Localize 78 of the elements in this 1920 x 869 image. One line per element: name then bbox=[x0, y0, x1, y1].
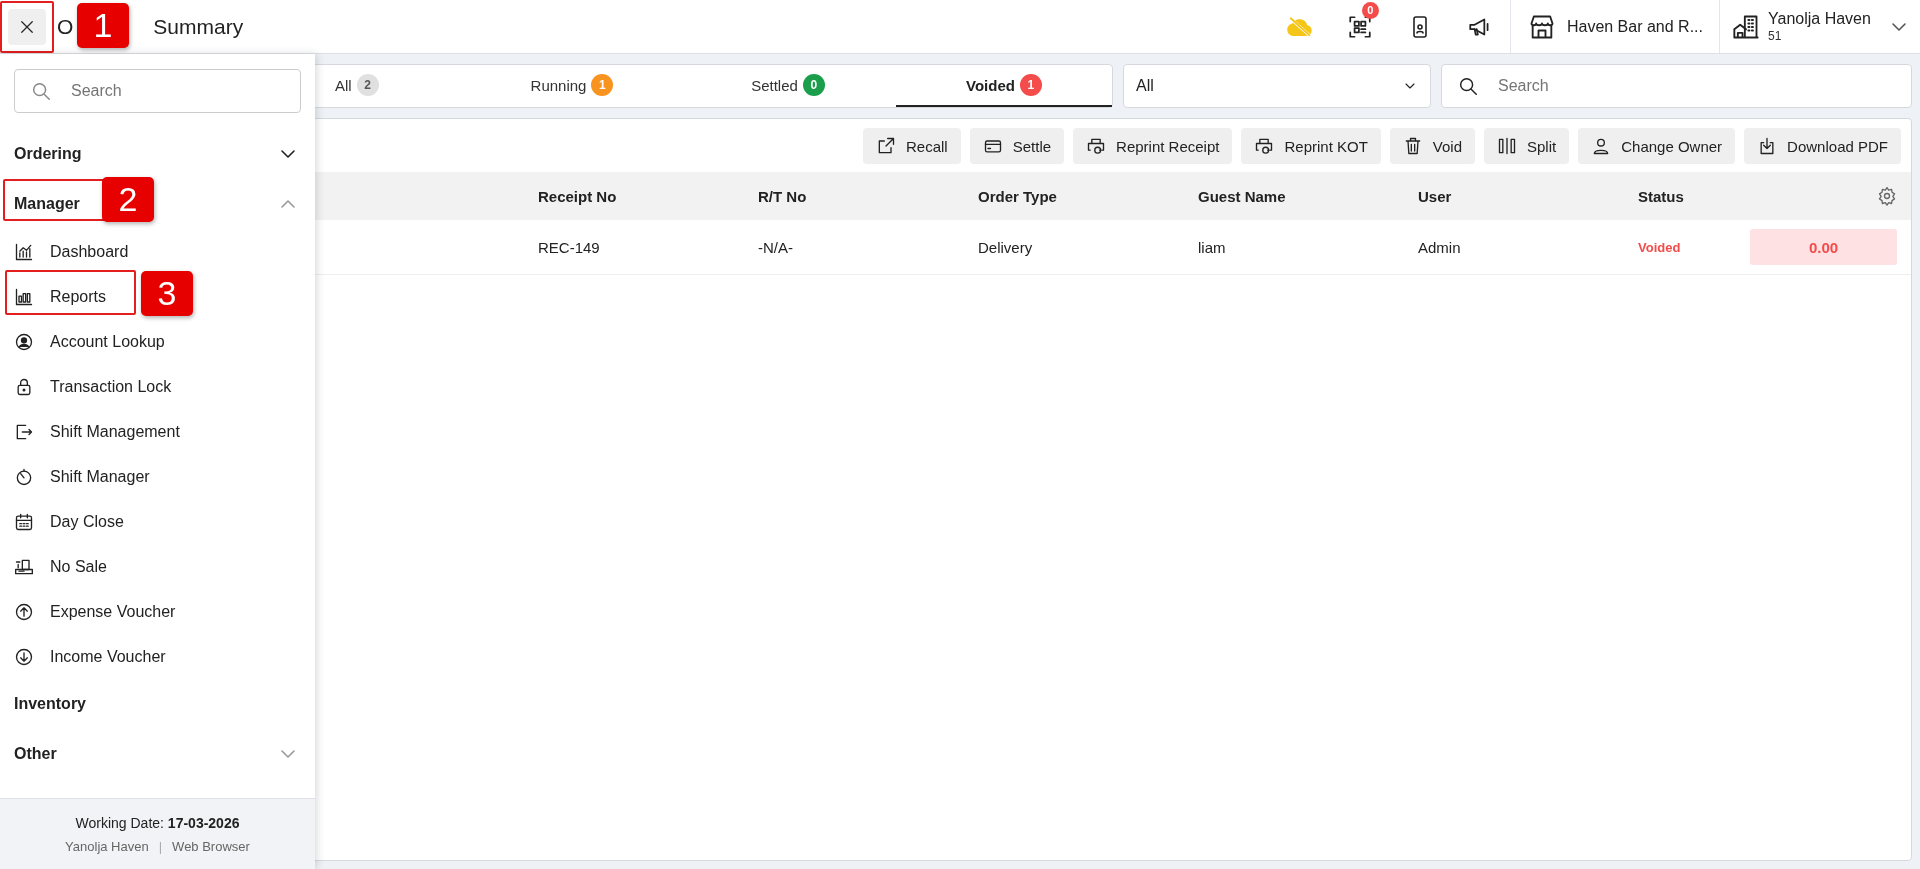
step-badge: 2 bbox=[102, 177, 154, 222]
column-header: Receipt No bbox=[538, 187, 618, 205]
menu-item[interactable]: Shift Manager bbox=[50, 467, 150, 486]
menu-item[interactable]: Income Voucher bbox=[50, 647, 166, 666]
columns-icon bbox=[1497, 136, 1517, 156]
count-badge: 1 bbox=[591, 74, 614, 96]
page-title: Summary bbox=[153, 14, 244, 39]
tab[interactable]: Running 1 bbox=[464, 65, 680, 107]
toolbar-button[interactable]: Void bbox=[1389, 128, 1475, 164]
separator-text: | bbox=[158, 838, 163, 854]
menu-item[interactable]: Transaction Lock bbox=[50, 377, 172, 396]
printer-icon bbox=[1086, 136, 1107, 156]
arrow-down-circle-icon bbox=[14, 646, 34, 667]
page-title: O bbox=[57, 14, 74, 39]
menu-item[interactable]: Expense Voucher bbox=[50, 602, 176, 621]
search-field[interactable]: Search bbox=[14, 69, 301, 113]
tab[interactable]: Settled 0 bbox=[680, 65, 896, 107]
table-cell-text: REC-149 bbox=[538, 238, 601, 256]
highlight-frame bbox=[0, 0, 54, 53]
column-header: Guest Name bbox=[1198, 187, 1287, 205]
section-label[interactable]: Ordering bbox=[14, 145, 82, 162]
toolbar-button[interactable]: Download PDF bbox=[1744, 128, 1901, 164]
menu-item[interactable]: Dashboard bbox=[50, 242, 129, 261]
column-header: Status bbox=[1638, 187, 1685, 205]
arrow-up-circle-icon bbox=[14, 601, 34, 622]
step-badge: 1 bbox=[77, 2, 129, 48]
bar-chart-icon bbox=[14, 286, 34, 307]
tab[interactable]: Voided 1 bbox=[896, 65, 1112, 107]
column-header: Order Type bbox=[978, 187, 1058, 205]
user-name: Yanolja Haven bbox=[1768, 10, 1871, 28]
toolbar-button[interactable]: Recall bbox=[863, 128, 961, 164]
section-label[interactable]: Manager bbox=[14, 195, 80, 212]
timer-icon bbox=[14, 466, 34, 487]
menu-item[interactable]: Account Lookup bbox=[50, 332, 165, 351]
tab[interactable]: All 2 bbox=[317, 65, 464, 107]
section-label[interactable]: Inventory bbox=[14, 695, 86, 712]
table-cell-text: -N/A- bbox=[758, 238, 794, 256]
toolbar-button[interactable]: Reprint KOT bbox=[1241, 128, 1381, 164]
close-button[interactable] bbox=[8, 8, 46, 45]
client-label: Web Browser bbox=[172, 838, 250, 854]
menu-item[interactable]: Reports bbox=[50, 287, 107, 306]
menu-item[interactable]: Shift Management bbox=[50, 422, 180, 441]
toolbar-button[interactable]: Change Owner bbox=[1578, 128, 1736, 164]
toolbar-button[interactable]: Split bbox=[1484, 128, 1570, 164]
menu-item[interactable]: No Sale bbox=[50, 557, 107, 576]
toolbar-button[interactable]: Reprint Receipt bbox=[1073, 128, 1233, 164]
line-chart-icon bbox=[14, 241, 34, 262]
table-cell-text: Delivery bbox=[978, 238, 1034, 256]
calendar-icon bbox=[14, 511, 34, 532]
search-icon bbox=[1457, 75, 1479, 97]
count-badge: 0 bbox=[802, 74, 825, 96]
qr-code-icon bbox=[1346, 13, 1373, 40]
search-icon bbox=[30, 80, 52, 102]
menu-item[interactable]: Day Close bbox=[50, 512, 124, 531]
table-cell-text: Admin bbox=[1418, 238, 1462, 256]
notification-badge: 0 bbox=[1361, 1, 1379, 19]
search-field[interactable]: Search bbox=[1441, 64, 1912, 108]
user-label: Yanolja Haven bbox=[65, 838, 149, 854]
column-header: User bbox=[1418, 187, 1453, 205]
external-link-icon bbox=[876, 136, 896, 156]
working-date: Working Date: 17-03-2026 bbox=[75, 814, 240, 831]
status-text: Voided bbox=[1638, 239, 1682, 255]
outlet-name: Haven Bar and R... bbox=[1566, 17, 1703, 36]
dropdown-value: All bbox=[1136, 77, 1154, 95]
user-circle-icon bbox=[14, 331, 34, 352]
user-id: 51 bbox=[1768, 29, 1783, 43]
count-badge: 1 bbox=[1019, 74, 1042, 96]
filter-dropdown[interactable]: All bbox=[1123, 64, 1431, 108]
printer-icon bbox=[1254, 136, 1275, 156]
amount-cell: 0.00 bbox=[1750, 229, 1897, 265]
settings-icon bbox=[1877, 186, 1897, 206]
column-header: R/T No bbox=[758, 187, 808, 205]
step-badge: 3 bbox=[141, 270, 193, 316]
table-cell-text: liam bbox=[1198, 238, 1227, 256]
count-badge: 2 bbox=[356, 74, 379, 96]
chevron-down-icon bbox=[1892, 22, 1906, 31]
section-label[interactable]: Other bbox=[14, 745, 57, 762]
toolbar-button[interactable]: Settle bbox=[969, 128, 1065, 164]
